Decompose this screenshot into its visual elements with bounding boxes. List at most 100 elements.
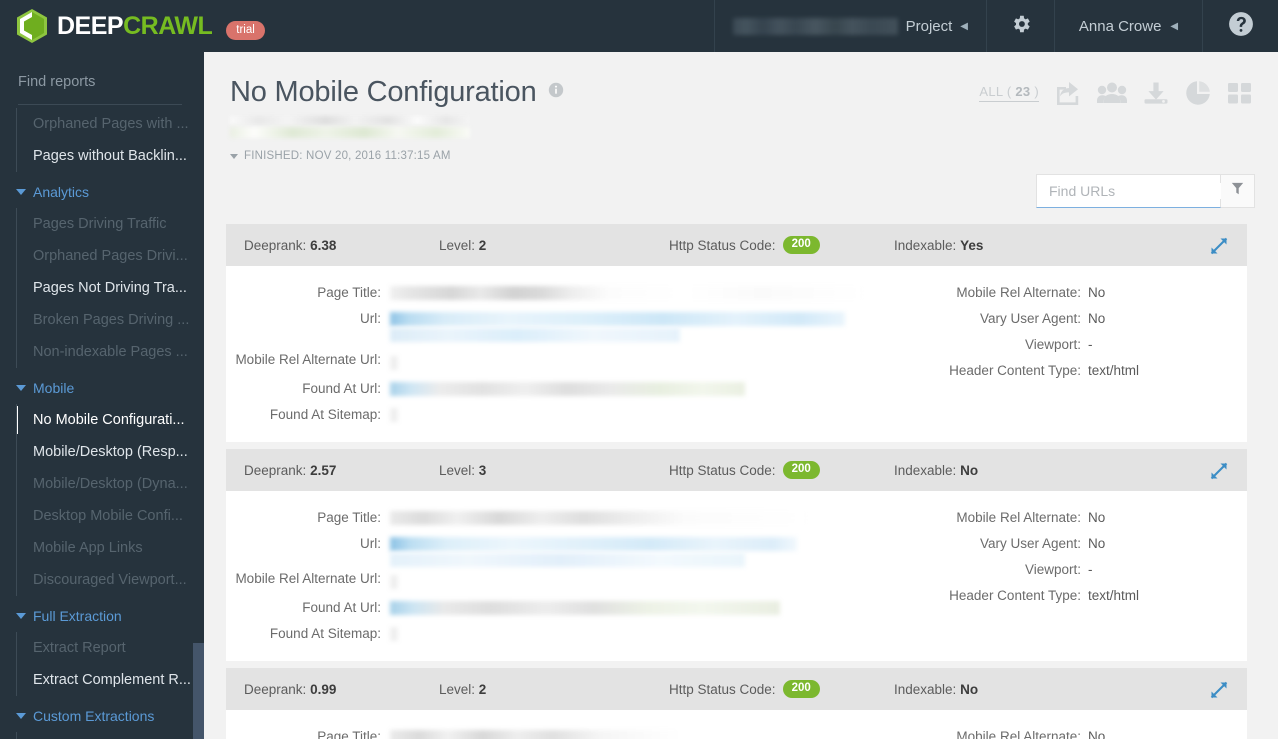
help-icon	[1228, 11, 1254, 41]
all-label: ALL (	[979, 84, 1012, 99]
level-label: Level:	[439, 237, 476, 253]
sidebar-item-broken-pages-driving[interactable]: Broken Pages Driving ...	[17, 304, 204, 336]
http-status-label: Http Status Code:	[669, 681, 776, 697]
blurred-value	[390, 328, 680, 342]
brand-crawl: CRAWL	[123, 11, 213, 40]
field-label: Header Content Type:	[949, 588, 1081, 603]
field-mobile-rel-alternate: Mobile Rel Alternate: No	[886, 280, 1247, 306]
sidebar-item-discouraged-viewport[interactable]: Discouraged Viewport...	[17, 564, 204, 596]
project-subtitle-blurred	[230, 116, 470, 125]
crawl-finished-row[interactable]: FINISHED: NOV 20, 2016 11:37:15 AM	[230, 150, 1250, 162]
field-mobile-rel-alternate-url: Mobile Rel Alternate Url:	[226, 350, 886, 376]
field-label: Found At Url:	[302, 600, 381, 615]
chevron-left-icon: ◀	[960, 20, 968, 32]
blurred-value	[390, 511, 810, 525]
left-fields: Page Title: Url: Mobile Rel Alternate Ur…	[226, 505, 886, 647]
field-vary-user-agent: Vary User Agent: No	[886, 306, 1247, 332]
field-page-title: Page Title:	[226, 280, 886, 306]
field-value: No	[1088, 311, 1106, 326]
field-found-at-url: Found At Url:	[226, 595, 886, 621]
field-label: Page Title:	[317, 729, 381, 739]
result-card-header: Deeprank: 2.57 Level: 3 Http Status Code…	[226, 449, 1247, 491]
field-header-content-type: Header Content Type: text/html	[886, 358, 1247, 384]
nav-items-analytics: Pages Driving Traffic Orphaned Pages Dri…	[16, 208, 204, 368]
grid-view-icon[interactable]	[1227, 81, 1253, 105]
field-label: Mobile Rel Alternate:	[956, 510, 1081, 525]
sidebar-item-pages-without-backlinks[interactable]: Pages without Backlin...	[17, 140, 204, 172]
right-fields: Mobile Rel Alternate: No Vary User Agent…	[886, 724, 1247, 739]
level-label: Level:	[439, 681, 476, 697]
nav-group-full-extraction[interactable]: Full Extraction	[0, 596, 204, 632]
right-fields: Mobile Rel Alternate: No Vary User Agent…	[886, 505, 1247, 647]
sidebar-item-pages-not-driving-traffic[interactable]: Pages Not Driving Tra...	[17, 272, 204, 304]
all-filter-button[interactable]: ALL ( 23 )	[979, 84, 1039, 102]
expand-icon[interactable]	[1209, 461, 1229, 481]
help-button[interactable]	[1202, 0, 1278, 52]
indexable-cell: Indexable: No	[894, 463, 978, 478]
page-header: No Mobile Configuration FINISHED: NOV 20…	[204, 52, 1278, 162]
nav-group-mobile[interactable]: Mobile	[0, 368, 204, 404]
nav-items-full-extraction: Extract Report Extract Complement R...	[16, 632, 204, 696]
project-label: Project	[905, 17, 953, 35]
gear-icon	[1010, 13, 1032, 39]
nav-items-custom-extractions	[16, 732, 204, 739]
sidebar-item-pages-driving-traffic[interactable]: Pages Driving Traffic	[17, 208, 204, 240]
url-search-box[interactable]	[1036, 174, 1245, 208]
sidebar-item-mobile-desktop-responsive[interactable]: Mobile/Desktop (Resp...	[17, 436, 204, 468]
blurred-value	[390, 627, 398, 641]
deeprank-cell: Deeprank: 6.38	[244, 238, 439, 253]
share-icon[interactable]	[1055, 81, 1081, 105]
level-label: Level:	[439, 462, 476, 478]
deepcrawl-cube-icon	[16, 8, 48, 44]
sidebar-scrollbar-thumb[interactable]	[193, 643, 204, 739]
settings-button[interactable]	[986, 0, 1054, 52]
deeprank-value: 6.38	[310, 237, 337, 253]
results-list: Deeprank: 6.38 Level: 2 Http Status Code…	[226, 224, 1278, 739]
field-label: Mobile Rel Alternate:	[956, 729, 1081, 739]
result-card: Deeprank: 0.99 Level: 2 Http Status Code…	[226, 668, 1247, 739]
project-selector[interactable]: Project ◀	[713, 0, 986, 52]
sidebar-scrollbar-track[interactable]	[193, 52, 204, 739]
http-status-cell: Http Status Code: 200	[669, 461, 894, 479]
sidebar-item-orphaned-pages-driving[interactable]: Orphaned Pages Drivi...	[17, 240, 204, 272]
info-icon[interactable]	[548, 82, 564, 103]
trial-badge: trial	[226, 20, 265, 40]
brand-logo[interactable]: DEEPCRAWL trial	[0, 0, 265, 52]
field-found-at-url: Found At Url:	[226, 376, 886, 402]
http-status-cell: Http Status Code: 200	[669, 680, 894, 698]
field-page-title: Page Title:	[226, 505, 886, 531]
sidebar-item-mobile-desktop-dynamic[interactable]: Mobile/Desktop (Dyna...	[17, 468, 204, 500]
field-value: No	[1088, 536, 1106, 551]
sidebar-item-orphaned-pages-with[interactable]: Orphaned Pages with ...	[17, 108, 204, 140]
result-card-header: Deeprank: 0.99 Level: 2 Http Status Code…	[226, 668, 1247, 710]
sidebar-search[interactable]	[18, 59, 204, 105]
nav-group-custom-extractions[interactable]: Custom Extractions	[0, 696, 204, 732]
filter-button[interactable]	[1221, 174, 1255, 208]
sidebar-item-extract-complement-report[interactable]: Extract Complement R...	[17, 664, 204, 696]
expand-icon[interactable]	[1209, 236, 1229, 256]
sidebar-item-extract-report[interactable]: Extract Report	[17, 632, 204, 664]
sidebar-item-mobile-app-links[interactable]: Mobile App Links	[17, 532, 204, 564]
field-viewport: Viewport: -	[886, 557, 1247, 583]
level-value: 3	[478, 462, 487, 478]
sidebar-item-desktop-mobile-config[interactable]: Desktop Mobile Confi...	[17, 500, 204, 532]
deeprank-label: Deeprank:	[244, 681, 307, 697]
sidebar-item-non-indexable-pages[interactable]: Non-indexable Pages ...	[17, 336, 204, 368]
project-name-blurred	[732, 17, 898, 35]
field-mobile-rel-alternate-url: Mobile Rel Alternate Url:	[226, 569, 886, 595]
team-icon[interactable]	[1097, 81, 1127, 105]
deeprank-cell: Deeprank: 0.99	[244, 682, 439, 697]
pie-chart-icon[interactable]	[1185, 80, 1211, 106]
user-menu[interactable]: Anna Crowe ◀	[1054, 0, 1202, 52]
expand-icon[interactable]	[1209, 680, 1229, 700]
sidebar-item-no-mobile-configuration[interactable]: No Mobile Configurati...	[17, 404, 204, 436]
right-fields: Mobile Rel Alternate: No Vary User Agent…	[886, 280, 1247, 428]
nav-group-label: Full Extraction	[33, 608, 122, 624]
field-value	[390, 595, 886, 615]
find-urls-input[interactable]	[1049, 183, 1230, 199]
http-status-cell: Http Status Code: 200	[669, 236, 894, 254]
indexable-cell: Indexable: No	[894, 682, 978, 697]
nav-group-analytics[interactable]: Analytics	[0, 172, 204, 208]
download-icon[interactable]	[1143, 81, 1169, 105]
find-reports-input[interactable]	[18, 73, 204, 90]
